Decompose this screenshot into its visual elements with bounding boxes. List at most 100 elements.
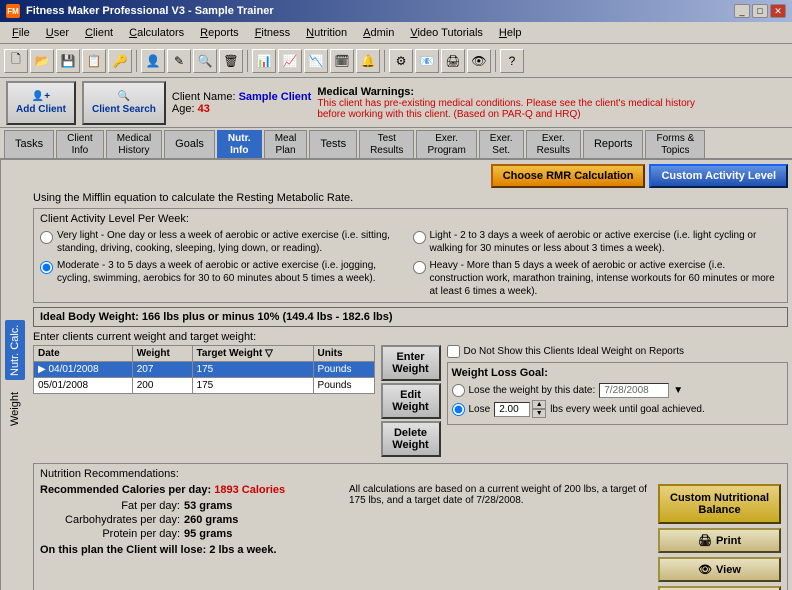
toolbar-new[interactable]: 🗋 [4,49,28,73]
toolbar: 🗋 📂 💾 📋 🔑 👤 ✎ 🔍 🗑 📊 📈 📉 🗓 🔔 ⚙ 📧 🖨 👁 ? [0,44,792,78]
spinner-down[interactable]: ▼ [532,409,546,418]
tab-exer-set[interactable]: Exer.Set. [479,130,524,158]
custom-activity-button[interactable]: Custom Activity Level [649,164,788,188]
tab-goals[interactable]: Goals [164,130,215,158]
maximize-button[interactable]: □ [752,4,768,18]
toolbar-btn8[interactable]: 🔍 [193,49,217,73]
tab-exer-results[interactable]: Exer.Results [526,130,581,158]
help-button[interactable]: ? Help [658,586,781,590]
tab-meal-plan[interactable]: MealPlan [264,130,308,158]
activity-radio-moderate[interactable] [413,231,426,244]
medical-warning-text: This client has pre-existing medical con… [317,98,697,120]
menu-user[interactable]: User [38,25,77,41]
tab-forms-topics[interactable]: Forms &Topics [645,130,705,158]
separator-4 [495,50,496,72]
lose-value-input[interactable] [494,402,530,417]
toolbar-help[interactable]: ? [500,49,524,73]
table-row[interactable]: 05/01/2008 200 175 Pounds [34,378,375,394]
calories-value: 1893 Calories [214,484,285,496]
lose-by-date[interactable]: 7/28/2008 [599,383,669,398]
medical-label: Medical Warnings: [317,86,697,98]
toolbar-btn10[interactable]: 📊 [252,49,276,73]
activity-radio-light[interactable] [40,261,53,274]
client-name-value[interactable]: Sample Client [239,91,312,103]
ideal-weight-checkbox[interactable] [447,345,460,358]
toolbar-btn16[interactable]: 📧 [415,49,439,73]
toolbar-btn4[interactable]: 📋 [82,49,106,73]
title-bar: FM Fitness Maker Professional V3 - Sampl… [0,0,792,22]
add-client-button[interactable]: 👤+ Add Client [6,81,76,125]
tab-tasks[interactable]: Tasks [4,130,54,158]
toolbar-save[interactable]: 💾 [56,49,80,73]
toolbar-btn14[interactable]: 🔔 [356,49,380,73]
custom-balance-button[interactable]: Custom NutritionalBalance [658,484,781,524]
toolbar-open[interactable]: 📂 [30,49,54,73]
tab-nutr-info[interactable]: Nutr.Info [217,130,262,158]
activity-group: Client Activity Level Per Week: Very lig… [33,208,788,303]
menu-admin[interactable]: Admin [355,25,402,41]
menu-reports[interactable]: Reports [192,25,247,41]
toolbar-btn18[interactable]: 👁 [467,49,491,73]
menu-video[interactable]: Video Tutorials [402,25,491,41]
side-tab-nutr-calc[interactable]: Nutr. Calc. [5,320,25,379]
toolbar-btn11[interactable]: 📈 [278,49,302,73]
edit-weight-button[interactable]: EditWeight [381,383,441,419]
side-action-buttons: 🖨 Print 👁 View ? Help [658,528,781,590]
menu-calculators[interactable]: Calculators [121,25,192,41]
col-target: Target Weight ▽ [192,346,313,362]
tab-tests[interactable]: Tests [309,130,357,158]
lose-per-week-radio[interactable] [452,403,465,416]
side-tab-weight[interactable]: Weight [5,388,25,430]
nutrition-inner: Recommended Calories per day: 1893 Calor… [40,484,781,590]
tab-medical-history[interactable]: MedicalHistory [106,130,162,158]
toolbar-btn5[interactable]: 🔑 [108,49,132,73]
choose-rmr-button[interactable]: Choose RMR Calculation [491,164,646,188]
toolbar-btn13[interactable]: 🗓 [330,49,354,73]
activity-label-light: Moderate - 3 to 5 days a week of aerobic… [57,259,409,285]
lose-by-label: Lose the weight by this date: [469,385,596,396]
separator-3 [384,50,385,72]
minimize-button[interactable]: _ [734,4,750,18]
spinner-up[interactable]: ▲ [532,400,546,409]
menu-nutrition[interactable]: Nutrition [298,25,355,41]
toolbar-btn15[interactable]: ⚙ [389,49,413,73]
col-units: Units [313,346,374,362]
menu-fitness[interactable]: Fitness [247,25,298,41]
tab-exer-program[interactable]: Exer.Program [416,130,476,158]
menu-client[interactable]: Client [77,25,121,41]
close-button[interactable]: ✕ [770,4,786,18]
activity-radio-very-light[interactable] [40,231,53,244]
goal-title: Weight Loss Goal: [452,367,784,379]
carbs-label: Carbohydrates per day: [40,514,180,526]
toolbar-btn7[interactable]: ✎ [167,49,191,73]
menu-help[interactable]: Help [491,25,530,41]
tab-client-info[interactable]: ClientInfo [56,130,104,158]
view-button[interactable]: 👁 View [658,557,781,582]
tab-reports[interactable]: Reports [583,130,644,158]
cell-units: Pounds [313,362,374,378]
menu-bar: File User Client Calculators Reports Fit… [0,22,792,44]
toolbar-btn9[interactable]: 🗑 [219,49,243,73]
cell-weight: 207 [132,362,192,378]
delete-weight-button[interactable]: DeleteWeight [381,421,441,457]
carbs-row: Carbohydrates per day: 260 grams [40,514,341,526]
menu-file[interactable]: File [4,25,38,41]
client-search-button[interactable]: 🔍 Client Search [82,81,166,125]
tab-test-results[interactable]: TestResults [359,130,414,158]
weight-right-panel: Do Not Show this Clients Ideal Weight on… [447,345,789,457]
toolbar-btn6[interactable]: 👤 [141,49,165,73]
cell-target: 175 [192,362,313,378]
toolbar-btn12[interactable]: 📉 [304,49,328,73]
table-row[interactable]: ▶ 04/01/2008 207 175 Pounds [34,362,375,378]
activity-label-heavy: Heavy - More than 5 days a week of aerob… [430,259,782,298]
spinner-buttons: ▲ ▼ [532,400,546,418]
toolbar-btn17[interactable]: 🖨 [441,49,465,73]
cell-date: 05/01/2008 [34,378,133,394]
calories-row: Recommended Calories per day: 1893 Calor… [40,484,341,496]
add-client-icon: 👤+ [32,91,50,102]
print-button[interactable]: 🖨 Print [658,528,781,553]
lose-by-radio[interactable] [452,384,465,397]
activity-radio-heavy[interactable] [413,261,426,274]
enter-weight-button[interactable]: EnterWeight [381,345,441,381]
weight-table-section: Date Weight Target Weight ▽ Units ▶ 04/0… [33,345,375,457]
